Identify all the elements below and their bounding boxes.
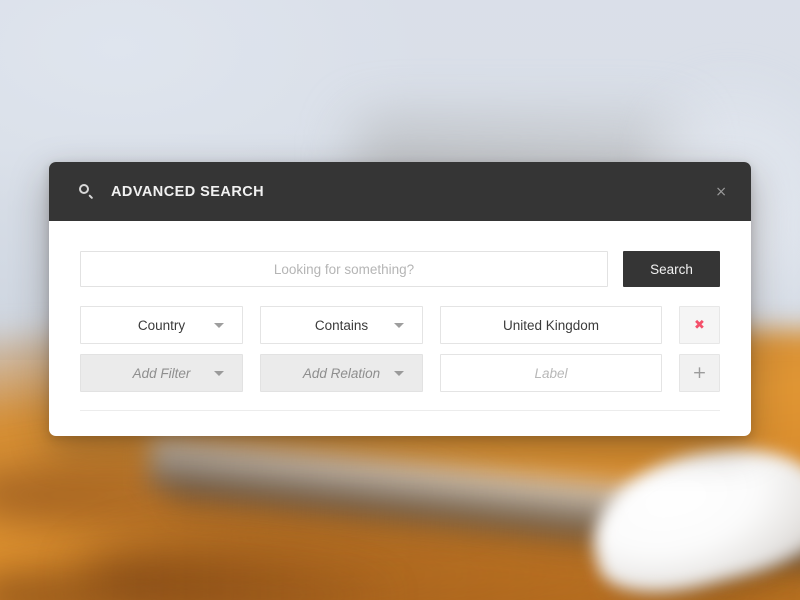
filter-relation-dropdown[interactable]: Contains xyxy=(260,306,423,344)
filter-value-field[interactable] xyxy=(440,306,662,344)
chevron-down-icon xyxy=(394,371,404,376)
filter-row: Country Contains ✖ xyxy=(80,306,720,344)
close-icon: ✖ xyxy=(694,317,705,333)
modal-title: ADVANCED SEARCH xyxy=(111,183,265,200)
search-icon xyxy=(79,184,94,199)
filter-field-dropdown[interactable]: Country xyxy=(80,306,243,344)
add-filter-button[interactable]: + xyxy=(679,354,720,392)
modal-body: Search Country Contains ✖ Add Filter xyxy=(49,221,751,411)
add-filter-dropdown[interactable]: Add Filter xyxy=(80,354,243,392)
filter-relation-label: Contains xyxy=(314,317,369,333)
search-input[interactable] xyxy=(80,251,608,287)
search-row: Search xyxy=(80,251,720,287)
add-filter-label: Add Filter xyxy=(132,365,191,381)
footer-divider xyxy=(80,410,720,411)
add-relation-label: Add Relation xyxy=(302,365,381,381)
chevron-down-icon xyxy=(394,323,404,328)
modal-header: ADVANCED SEARCH × xyxy=(49,162,751,221)
label-input[interactable] xyxy=(441,355,661,391)
new-filter-value-field[interactable] xyxy=(440,354,662,392)
filter-field-label: Country xyxy=(137,317,186,333)
chevron-down-icon xyxy=(214,323,224,328)
add-relation-dropdown[interactable]: Add Relation xyxy=(260,354,423,392)
close-icon[interactable]: × xyxy=(715,185,727,199)
filter-value-input[interactable] xyxy=(441,307,661,343)
remove-filter-button[interactable]: ✖ xyxy=(679,306,720,344)
search-button[interactable]: Search xyxy=(623,251,720,287)
advanced-search-modal: ADVANCED SEARCH × Search Country Contain… xyxy=(49,162,751,436)
chevron-down-icon xyxy=(214,371,224,376)
filter-row: Add Filter Add Relation + xyxy=(80,354,720,392)
plus-icon: + xyxy=(692,363,707,383)
